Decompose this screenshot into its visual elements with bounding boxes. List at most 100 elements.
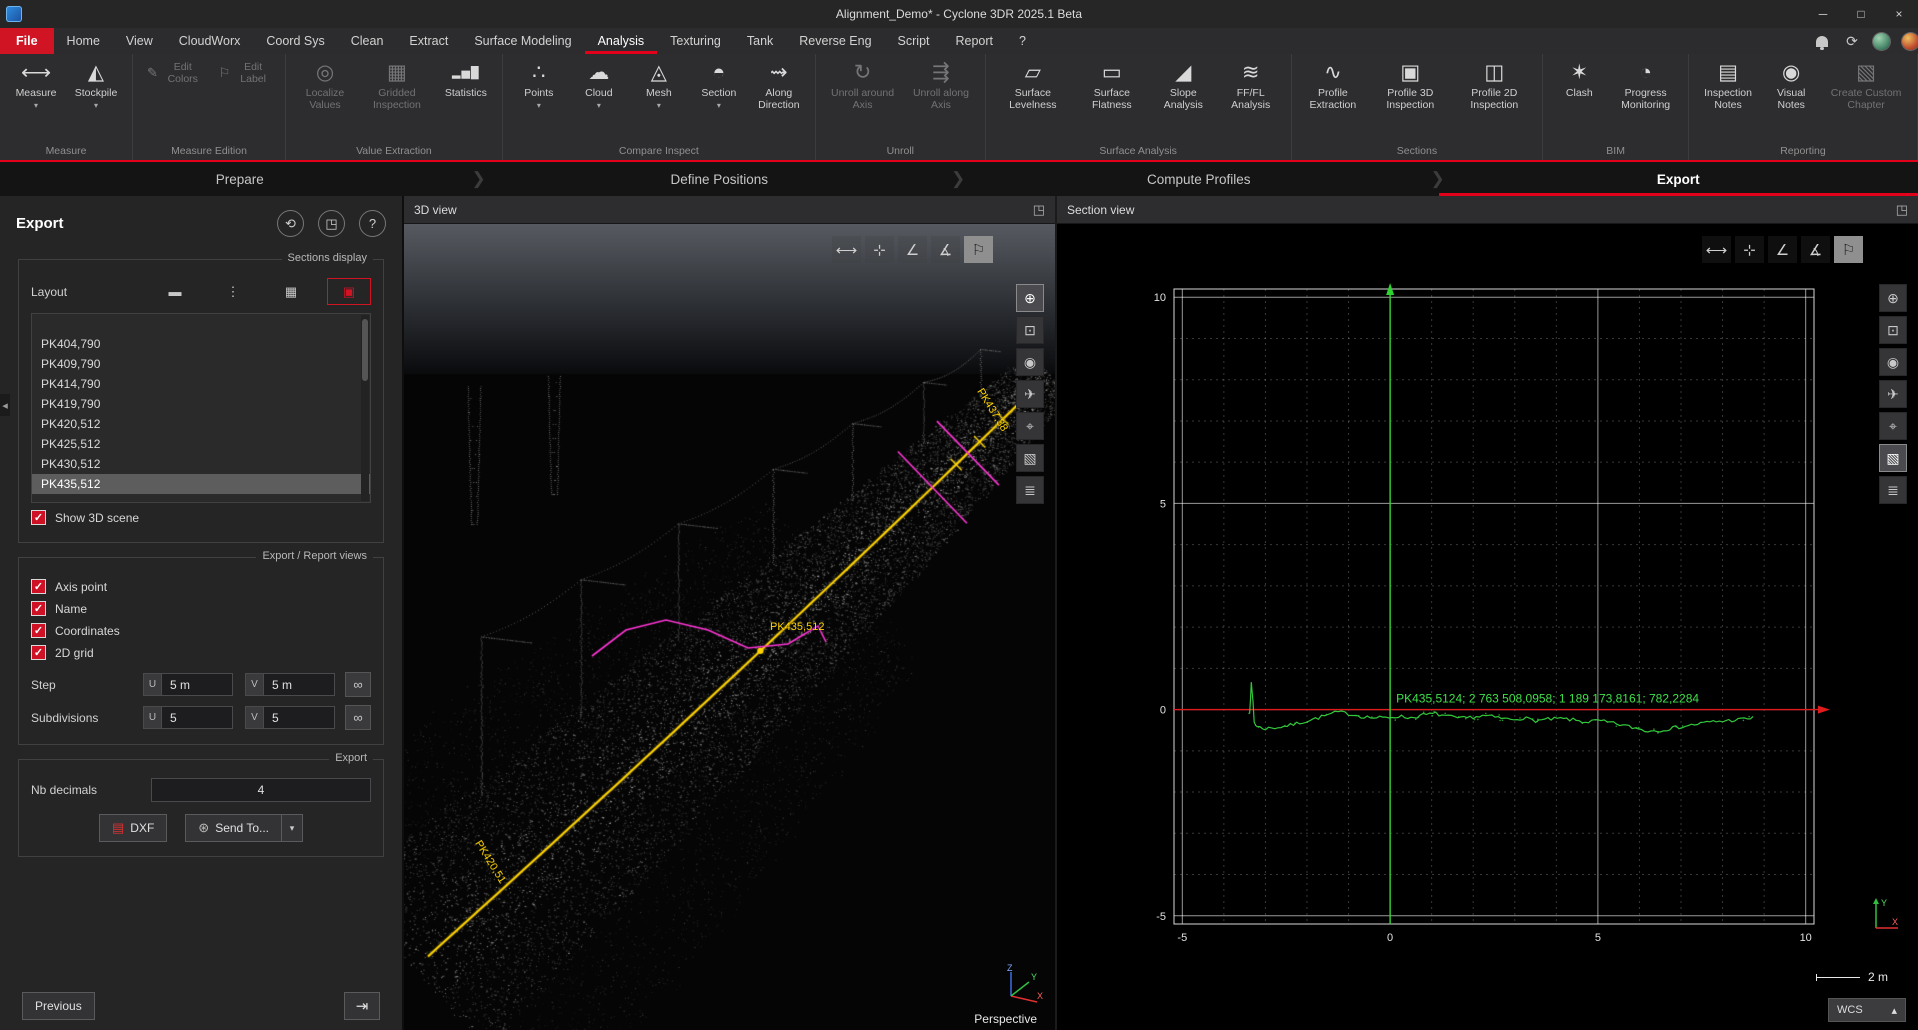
menu-reverse-eng[interactable]: Reverse Eng	[786, 28, 884, 54]
nb-decimals-input[interactable]: 4	[151, 778, 371, 802]
menu-report[interactable]: Report	[943, 28, 1007, 54]
section-list-item[interactable]: PK430,512	[32, 454, 370, 474]
menu-extract[interactable]: Extract	[396, 28, 461, 54]
locate-button[interactable]: ⌖	[1879, 412, 1907, 440]
ribbon-tool-profile-3d-inspection[interactable]: ▣Profile 3D Inspection	[1368, 56, 1452, 114]
popout-icon[interactable]: ◳	[1033, 202, 1045, 218]
ribbon-tool-stockpile[interactable]: ◭Stockpile▾	[66, 56, 126, 112]
ribbon-tool-profile-2d-inspection[interactable]: ◫Profile 2D Inspection	[1452, 56, 1536, 114]
ribbon-tool-mesh[interactable]: ◬Mesh▾	[629, 56, 689, 112]
popout-icon[interactable]: ◳	[1896, 202, 1908, 218]
section-list-item[interactable]: PK419,790	[32, 394, 370, 414]
axis-point-checkbox[interactable]: ✓	[31, 579, 46, 594]
history-button[interactable]: ⟲	[277, 210, 304, 237]
name-checkbox[interactable]: ✓	[31, 601, 46, 616]
point-measure-icon[interactable]: ⊹	[865, 236, 894, 263]
menu-script[interactable]: Script	[885, 28, 943, 54]
menu-cloudworx[interactable]: CloudWorx	[166, 28, 254, 54]
previous-button[interactable]: Previous	[22, 992, 95, 1020]
ribbon-tool-surface-flatness[interactable]: ▭Surface Flatness	[1074, 56, 1150, 114]
camera-button[interactable]: ◉	[1879, 348, 1907, 376]
account-avatar[interactable]	[1902, 33, 1918, 50]
ribbon-tool-section[interactable]: ◓Section▾	[689, 56, 749, 112]
orbit-button[interactable]: ⊕	[1016, 284, 1044, 312]
sync-icon[interactable]: ⟳	[1843, 32, 1861, 50]
label-tag-icon[interactable]: ⚐	[964, 236, 993, 263]
workflow-step-define-positions[interactable]: Define Positions	[480, 162, 960, 196]
camera-button[interactable]: ◉	[1016, 348, 1044, 376]
menu-surface-modeling[interactable]: Surface Modeling	[461, 28, 584, 54]
zoom-fit-button[interactable]: ⊡	[1016, 316, 1044, 344]
section-chart[interactable]: -50510-50510PK435,5124; 2 763 508,0958; …	[1057, 224, 1918, 1030]
ribbon-tool-visual-notes[interactable]: ◉Visual Notes	[1761, 56, 1821, 114]
ribbon-tool-cloud[interactable]: ☁Cloud▾	[569, 56, 629, 112]
section-list-item[interactable]: PK414,790	[32, 374, 370, 394]
fly-button[interactable]: ✈	[1016, 380, 1044, 408]
layout-grid-button[interactable]: ▦	[269, 278, 313, 305]
workflow-step-compute-profiles[interactable]: Compute Profiles	[959, 162, 1439, 196]
ribbon-tool-statistics[interactable]: ▂▅█Statistics	[436, 56, 496, 102]
subdiv-u-input[interactable]: 5	[162, 706, 233, 729]
menu-file[interactable]: File	[0, 28, 54, 54]
view-cube-button[interactable]: ▧	[1016, 444, 1044, 472]
ribbon-tool-profile-extraction[interactable]: ∿Profile Extraction	[1298, 56, 1369, 114]
menu-tank[interactable]: Tank	[734, 28, 786, 54]
clipping-button[interactable]: ≣	[1879, 476, 1907, 504]
angle-measure-icon[interactable]: ∠	[898, 236, 927, 263]
step-u-input[interactable]: 5 m	[162, 673, 233, 696]
ribbon-tool-slope-analysis[interactable]: ◢Slope Analysis	[1150, 56, 1217, 114]
angle-measure-icon[interactable]: ∠	[1768, 236, 1797, 263]
subdiv-link-icon[interactable]: ∞	[345, 705, 371, 730]
section-list-item[interactable]: PK425,512	[32, 434, 370, 454]
ribbon-tool-ff-fl-analysis[interactable]: ≋FF/FL Analysis	[1217, 56, 1285, 114]
workflow-step-prepare[interactable]: Prepare	[0, 162, 480, 196]
notifications-bell-icon[interactable]	[1813, 32, 1831, 50]
view-cube-button[interactable]: ▧	[1879, 444, 1907, 472]
list-scrollbar[interactable]	[361, 315, 369, 501]
subdiv-v-input[interactable]: 5	[264, 706, 335, 729]
menu-clean[interactable]: Clean	[338, 28, 397, 54]
minimize-button[interactable]: ─	[1804, 0, 1842, 28]
menu-view[interactable]: View	[113, 28, 166, 54]
close-button[interactable]: ×	[1880, 0, 1918, 28]
distance-measure-icon[interactable]: ⟷	[1702, 236, 1731, 263]
zoom-fit-button[interactable]: ⊡	[1879, 316, 1907, 344]
section-list-item[interactable]: PK409,790	[32, 354, 370, 374]
distance-measure-icon[interactable]: ⟷	[832, 236, 861, 263]
coordinates-checkbox[interactable]: ✓	[31, 623, 46, 638]
clipping-button[interactable]: ≣	[1016, 476, 1044, 504]
ribbon-tool-along-direction[interactable]: ⇝Along Direction	[749, 56, 809, 114]
point-measure-icon[interactable]: ⊹	[1735, 236, 1764, 263]
slope-measure-icon[interactable]: ∡	[931, 236, 960, 263]
orbit-button[interactable]: ⊕	[1879, 284, 1907, 312]
label-tag-icon[interactable]: ⚐	[1834, 236, 1863, 263]
layout-single-button[interactable]: ▣	[327, 278, 371, 305]
ribbon-tool-points[interactable]: ∴Points▾	[509, 56, 569, 112]
help-button[interactable]: ?	[359, 210, 386, 237]
projection-mode-label[interactable]: Perspective	[974, 1012, 1037, 1026]
menu-analysis[interactable]: Analysis	[585, 28, 658, 54]
section-list-item[interactable]: PK420,512	[32, 414, 370, 434]
section-list-item[interactable]: PK404,790	[32, 334, 370, 354]
detach-panel-button[interactable]: ◳	[318, 210, 345, 237]
layout-horizontal-button[interactable]: ▬	[153, 278, 197, 305]
menu-texturing[interactable]: Texturing	[657, 28, 734, 54]
ribbon-tool-surface-levelness[interactable]: ▱Surface Levelness	[992, 56, 1074, 114]
send-to-button[interactable]: ⊛ Send To...	[185, 814, 282, 842]
wcs-selector[interactable]: WCS ▴	[1828, 998, 1906, 1022]
menu-coord-sys[interactable]: Coord Sys	[253, 28, 337, 54]
maximize-button[interactable]: □	[1842, 0, 1880, 28]
section-list-item[interactable]: PK435,512	[32, 474, 370, 494]
user-avatar[interactable]	[1873, 33, 1890, 50]
show-3d-scene-checkbox[interactable]: ✓	[31, 510, 46, 525]
ribbon-tool-inspection-notes[interactable]: ▤Inspection Notes	[1695, 56, 1761, 114]
slope-measure-icon[interactable]: ∡	[1801, 236, 1830, 263]
fly-button[interactable]: ✈	[1879, 380, 1907, 408]
menu-help[interactable]: ?	[1006, 28, 1039, 54]
ribbon-tool-measure[interactable]: ⟷Measure▾	[6, 56, 66, 112]
export-report-button[interactable]: ⇥	[344, 992, 380, 1020]
ribbon-tool-clash[interactable]: ✶Clash	[1549, 56, 1609, 102]
send-to-dropdown[interactable]: ▾	[281, 814, 303, 842]
step-link-icon[interactable]: ∞	[345, 672, 371, 697]
layout-vertical-button[interactable]: ⋮	[211, 278, 255, 305]
